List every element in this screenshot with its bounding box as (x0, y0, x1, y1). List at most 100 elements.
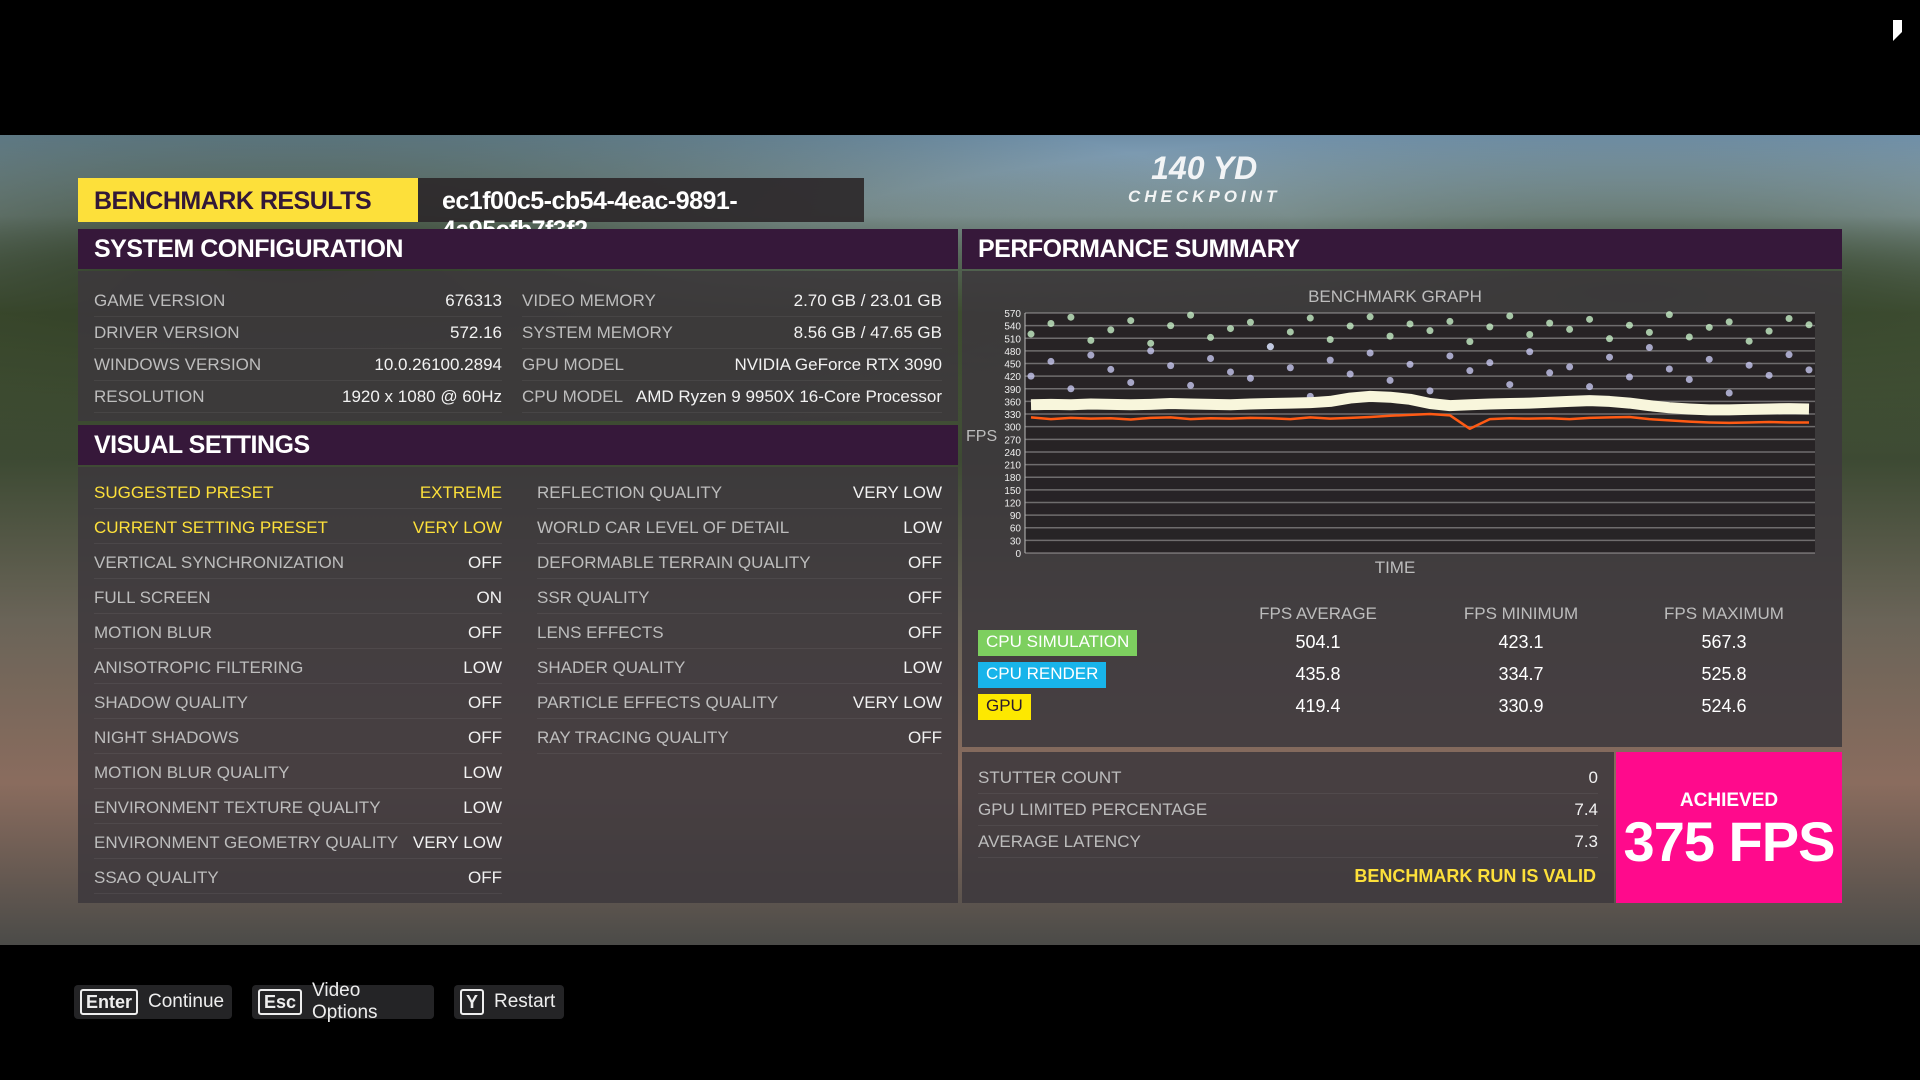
scatter-point (1207, 333, 1215, 341)
scatter-point (1685, 333, 1693, 341)
scatter-point (1187, 311, 1195, 319)
setting-row: ENVIRONMENT TEXTURE QUALITY LOW (94, 792, 502, 824)
scatter-point (1306, 314, 1314, 322)
setting-label: LENS EFFECTS (537, 622, 664, 642)
scatter-point (1266, 343, 1274, 351)
setting-value: OFF (468, 552, 502, 572)
y-tick-label: 510 (1004, 334, 1021, 345)
scatter-point (1685, 376, 1693, 384)
scatter-point (1486, 323, 1494, 331)
fps-avg: 435.8 (1295, 664, 1341, 684)
achieved-label: ACHIEVED (1679, 790, 1779, 811)
page-title: BENCHMARK RESULTS (78, 178, 418, 222)
achieved-value: 375 FPS (1623, 810, 1836, 873)
setting-label: VERTICAL SYNCHRONIZATION (94, 552, 344, 572)
series-badge: CPU SIMULATION (978, 630, 1138, 656)
setting-value: OFF (468, 692, 502, 712)
scatter-point (1765, 371, 1773, 379)
scatter-point (1586, 383, 1594, 391)
fps-avg: 419.4 (1295, 696, 1341, 716)
setting-row: SUGGESTED PRESET EXTREME (94, 477, 502, 509)
footer-button-restart[interactable]: Y Restart (454, 985, 564, 1019)
setting-value: OFF (468, 622, 502, 642)
key-hint: Enter (80, 989, 139, 1015)
setting-value: VERY LOW (412, 832, 502, 852)
scatter-point (1665, 311, 1673, 319)
config-row: VIDEO MEMORY 2.70 GB / 23.01 GB (522, 285, 942, 317)
scatter-point (1147, 347, 1155, 355)
y-tick-label: 330 (1004, 410, 1021, 421)
setting-row: SSR QUALITY OFF (537, 582, 942, 614)
config-label: VIDEO MEMORY (522, 290, 656, 310)
config-label: CPU MODEL (522, 386, 624, 406)
scatter-point (1526, 348, 1534, 356)
scatter-point (1645, 344, 1653, 352)
config-row: WINDOWS VERSION 10.0.26100.2894 (94, 349, 502, 381)
setting-row: DEFORMABLE TERRAIN QUALITY OFF (537, 547, 942, 579)
y-tick-label: 420 (1004, 372, 1021, 383)
scatter-point (1466, 367, 1474, 375)
scatter-point (1167, 362, 1175, 370)
y-tick-label: 150 (1004, 486, 1021, 497)
scatter-point (1785, 351, 1793, 359)
y-tick-label: 0 (1015, 549, 1021, 560)
config-label: DRIVER VERSION (94, 322, 240, 342)
series-badge: GPU (978, 694, 1031, 720)
config-value: 10.0.26100.2894 (374, 354, 502, 374)
scatter-point (1586, 315, 1594, 323)
system-config-header: SYSTEM CONFIGURATION (78, 229, 958, 269)
scatter-point (1466, 338, 1474, 346)
config-label: GAME VERSION (94, 290, 226, 310)
scatter-point (1246, 318, 1254, 326)
config-row: RESOLUTION 1920 x 1080 @ 60Hz (94, 381, 502, 413)
scatter-point (1705, 355, 1713, 363)
setting-value: OFF (908, 552, 942, 572)
scatter-point (1566, 325, 1574, 333)
visual-settings-panel: SUGGESTED PRESET EXTREME CURRENT SETTING P… (78, 467, 958, 903)
fps-min: 423.1 (1498, 632, 1544, 652)
y-tick-label: 390 (1004, 385, 1021, 396)
scatter-point (1067, 385, 1075, 393)
stat-value: 7.4 (1574, 799, 1598, 819)
button-label: Restart (494, 991, 556, 1012)
scatter-point (1047, 357, 1055, 365)
scatter-point (1246, 374, 1254, 382)
scatter-point (1207, 354, 1215, 362)
config-value: NVIDIA GeForce RTX 3090 (734, 354, 942, 374)
setting-row: MOTION BLUR QUALITY LOW (94, 757, 502, 789)
stat-value: 0 (1588, 767, 1598, 787)
y-tick-label: 570 (1004, 309, 1021, 320)
scatter-point (1725, 318, 1733, 326)
graph-xlabel: TIME (1374, 558, 1416, 577)
stat-label: AVERAGE LATENCY (978, 831, 1141, 851)
performance-summary-header: PERFORMANCE SUMMARY (962, 229, 1842, 269)
setting-row: PARTICLE EFFECTS QUALITY VERY LOW (537, 687, 942, 719)
scatter-point (1326, 336, 1334, 344)
scatter-point (1346, 322, 1354, 330)
scatter-point (1386, 332, 1394, 340)
setting-value: OFF (468, 727, 502, 747)
scatter-point (1725, 389, 1733, 397)
scatter-point (1226, 368, 1234, 376)
setting-row: RAY TRACING QUALITY OFF (537, 722, 942, 754)
config-row: CPU MODEL AMD Ryzen 9 9950X 16-Core Proce… (522, 381, 942, 413)
valid-status: BENCHMARK RUN IS VALID (1354, 866, 1596, 886)
footer-button-continue[interactable]: Enter Continue (74, 985, 232, 1019)
setting-label: WORLD CAR LEVEL OF DETAIL (537, 517, 790, 537)
run-id: ec1f00c5-cb54-4eac-9891-4a95cfb7f3f2 (418, 178, 864, 244)
setting-label: RAY TRACING QUALITY (537, 727, 729, 747)
scatter-point (1645, 328, 1653, 336)
setting-value: VERY LOW (852, 692, 942, 712)
setting-row: SHADOW QUALITY OFF (94, 687, 502, 719)
setting-row: ENVIRONMENT GEOMETRY QUALITY VERY LOW (94, 827, 502, 859)
setting-row: MOTION BLUR OFF (94, 617, 502, 649)
scatter-point (1226, 325, 1234, 333)
scatter-point (1127, 317, 1135, 325)
y-tick-label: 30 (1010, 536, 1022, 547)
setting-label: SHADOW QUALITY (94, 692, 248, 712)
config-value: 1920 x 1080 @ 60Hz (342, 386, 502, 406)
footer-button-video-options[interactable]: Esc Video Options (252, 980, 434, 1023)
setting-label: ENVIRONMENT GEOMETRY QUALITY (94, 832, 399, 852)
setting-value: OFF (468, 867, 502, 887)
scatter-point (1426, 387, 1434, 395)
